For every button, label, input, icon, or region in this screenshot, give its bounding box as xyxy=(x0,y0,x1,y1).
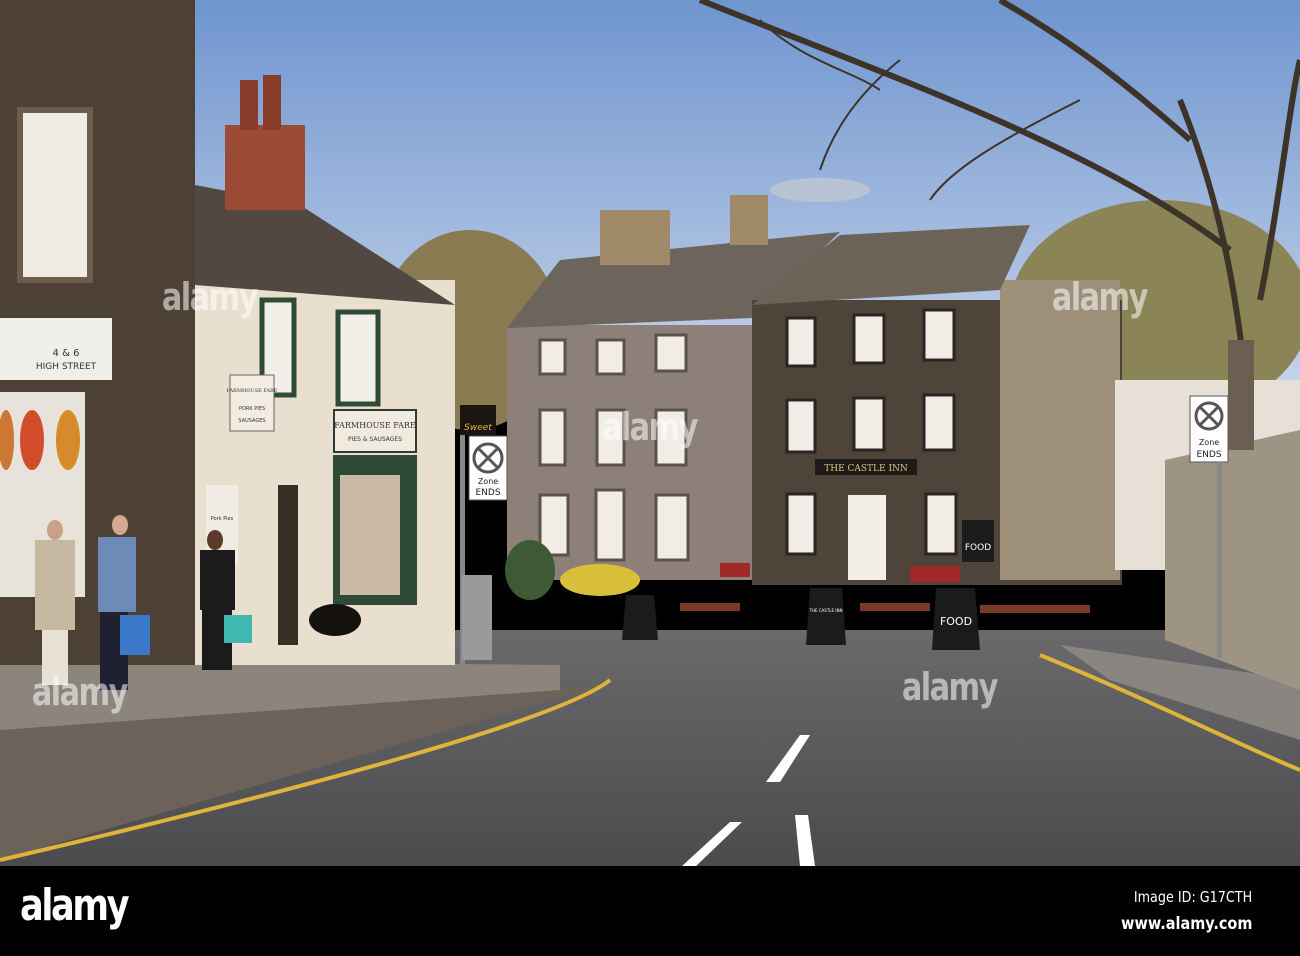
pub-door xyxy=(848,495,886,580)
alamy-url: www.alamy.com xyxy=(1120,914,1252,934)
alamy-footer-bar: alamy Image ID: G17CTH www.alamy.com xyxy=(0,866,1300,956)
hanging-sign-sausages: SAUSAGES xyxy=(238,418,265,424)
shop-number: 4 & 6 xyxy=(53,348,80,359)
shop-front-window xyxy=(340,475,400,595)
a-board-center xyxy=(806,588,846,645)
watermark: alamy xyxy=(161,275,259,319)
zone-text: Zone xyxy=(478,477,498,486)
pub-name-sign: THE CASTLE INN xyxy=(824,464,908,474)
sweet-shop-text: Sweet xyxy=(464,423,492,433)
castle-inn-side-wall xyxy=(1000,280,1120,580)
door-poster-text: Pork Pies xyxy=(211,516,234,522)
food-board xyxy=(962,520,994,562)
sign-pole xyxy=(1217,462,1222,658)
a-board-text: THE CASTLE INN xyxy=(809,608,843,613)
farmhouse-board-sub: PIES & SAUSAGES xyxy=(348,436,402,443)
hanging-sign-pork-pies: PORK PIES xyxy=(239,406,265,412)
zone-text: Zone xyxy=(1199,438,1219,447)
shrubs xyxy=(560,564,640,596)
hanging-sign-title: FARMHOUSE FARE xyxy=(227,388,278,394)
ends-text: ENDS xyxy=(475,488,500,498)
food-board-text: FOOD xyxy=(965,543,991,553)
watermark: alamy xyxy=(601,405,699,449)
window xyxy=(17,107,93,283)
watermark: alamy xyxy=(901,665,999,709)
watermark: alamy xyxy=(1051,275,1149,319)
ends-text: ENDS xyxy=(1196,450,1221,460)
tree-trunk xyxy=(1228,340,1254,450)
shrubs xyxy=(505,540,555,600)
shop-street: HIGH STREET xyxy=(36,362,97,372)
chimney xyxy=(600,210,670,265)
image-id: Image ID: G17CTH xyxy=(1133,888,1252,906)
cloud xyxy=(770,178,870,202)
farmhouse-board-title: FARMHOUSE FARE xyxy=(334,421,416,430)
alamy-logo: alamy xyxy=(20,880,130,931)
watermark: alamy xyxy=(31,670,129,714)
doorway xyxy=(278,485,298,645)
chimney-pot xyxy=(240,80,258,130)
chimney-stack xyxy=(225,125,305,210)
a-board-left xyxy=(622,595,658,640)
a-board-food-text: FOOD xyxy=(940,615,972,628)
chimney-pot xyxy=(263,75,281,130)
chimney xyxy=(730,195,768,245)
farmhouse-board xyxy=(333,409,417,453)
